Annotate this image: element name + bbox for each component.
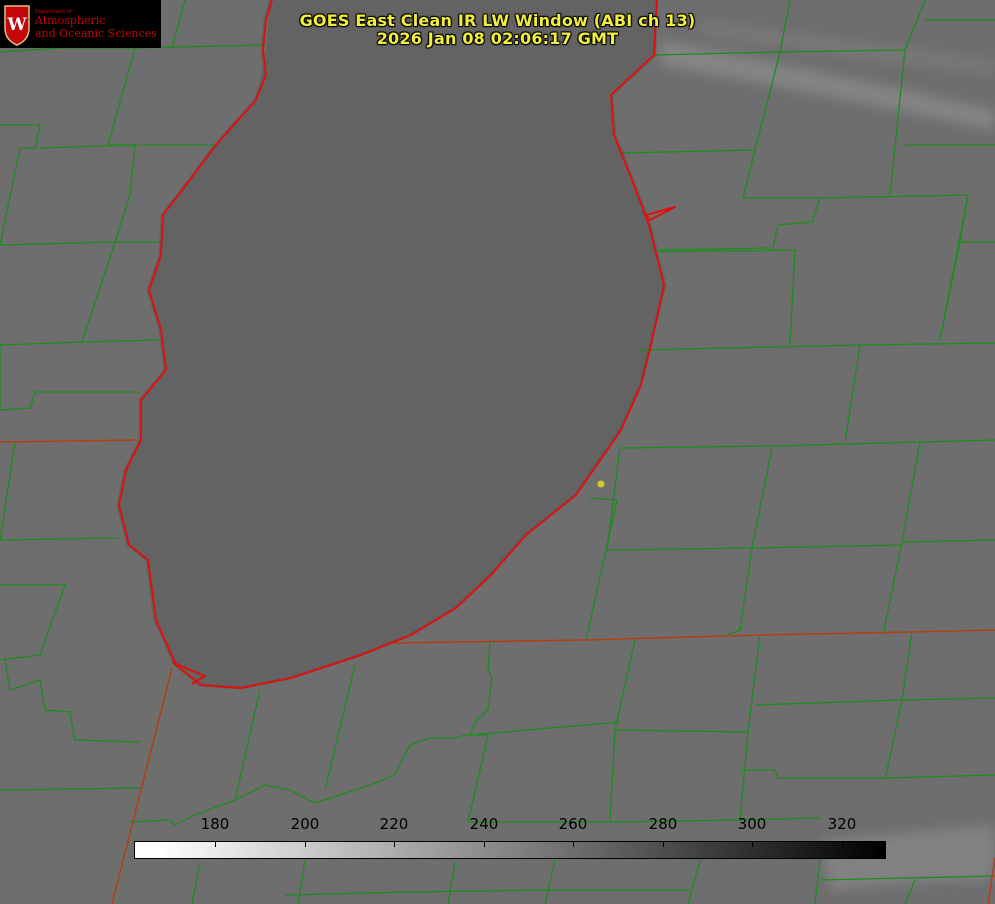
colorbar-tick-mark <box>394 841 395 847</box>
image-timestamp: 2026 Jan 08 02:06:17 GMT <box>376 29 619 48</box>
map-layer <box>0 0 995 904</box>
temperature-colorbar <box>134 841 886 859</box>
colorbar-tick-mark <box>573 841 574 847</box>
station-marker <box>597 480 605 488</box>
satellite-image-view: W Department of Atmospheric and Oceanic … <box>0 0 995 904</box>
colorbar-tick-mark <box>842 841 843 847</box>
colorbar-tick-label: 200 <box>290 815 320 833</box>
colorbar-tick-mark <box>215 841 216 847</box>
colorbar-tick-label: 180 <box>200 815 230 833</box>
colorbar-tick-mark <box>484 841 485 847</box>
colorbar-tick-label: 300 <box>737 815 767 833</box>
colorbar-tick-label: 240 <box>469 815 499 833</box>
colorbar-tick-mark <box>305 841 306 847</box>
colorbar-tick-mark <box>663 841 664 847</box>
colorbar-tick-label: 260 <box>558 815 588 833</box>
colorbar-tick-label: 280 <box>648 815 678 833</box>
image-title: GOES East Clean IR LW Window (ABI ch 13) <box>299 11 696 30</box>
colorbar-tick-label: 220 <box>379 815 409 833</box>
colorbar-tick-mark <box>752 841 753 847</box>
colorbar-tick-label: 320 <box>827 815 857 833</box>
